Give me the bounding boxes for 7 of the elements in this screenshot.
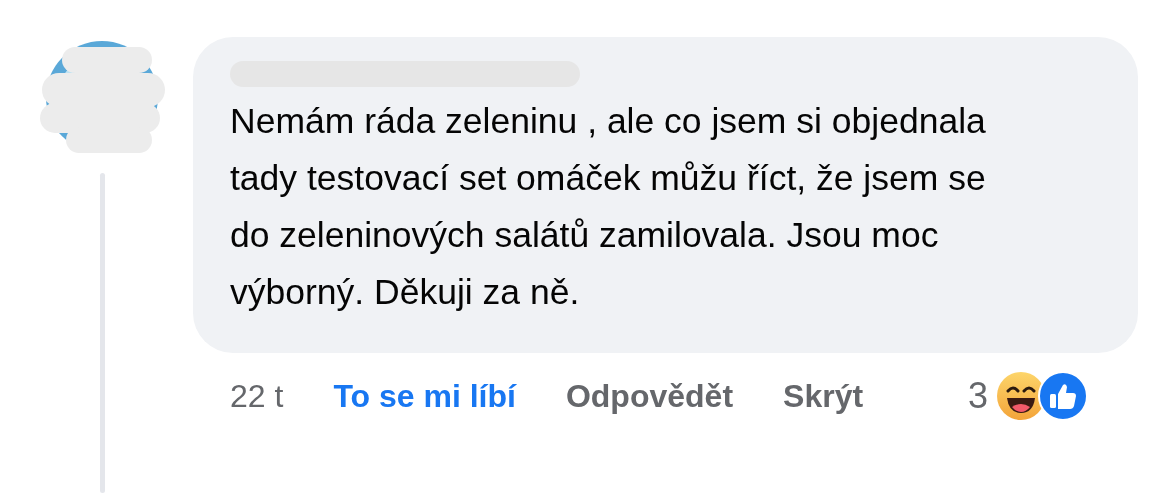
- thumbs-up-icon: [1038, 371, 1088, 421]
- comment-time: 22 t: [230, 377, 284, 415]
- comment-action-link[interactable]: Skrýt: [783, 377, 864, 415]
- comment-text: Nemám ráda zeleninu , ale co jsem si objednala tady testovací set omáček můžu říct, že jsem se do zeleninových salátů zamilovala. Jsou moc výborný. Děkuji za ně.: [230, 100, 987, 314]
- comment-action-link[interactable]: Odpovědět: [565, 377, 734, 415]
- reaction-count: 3: [967, 375, 988, 417]
- comment-action-link[interactable]: To se mi líbí: [333, 377, 516, 415]
